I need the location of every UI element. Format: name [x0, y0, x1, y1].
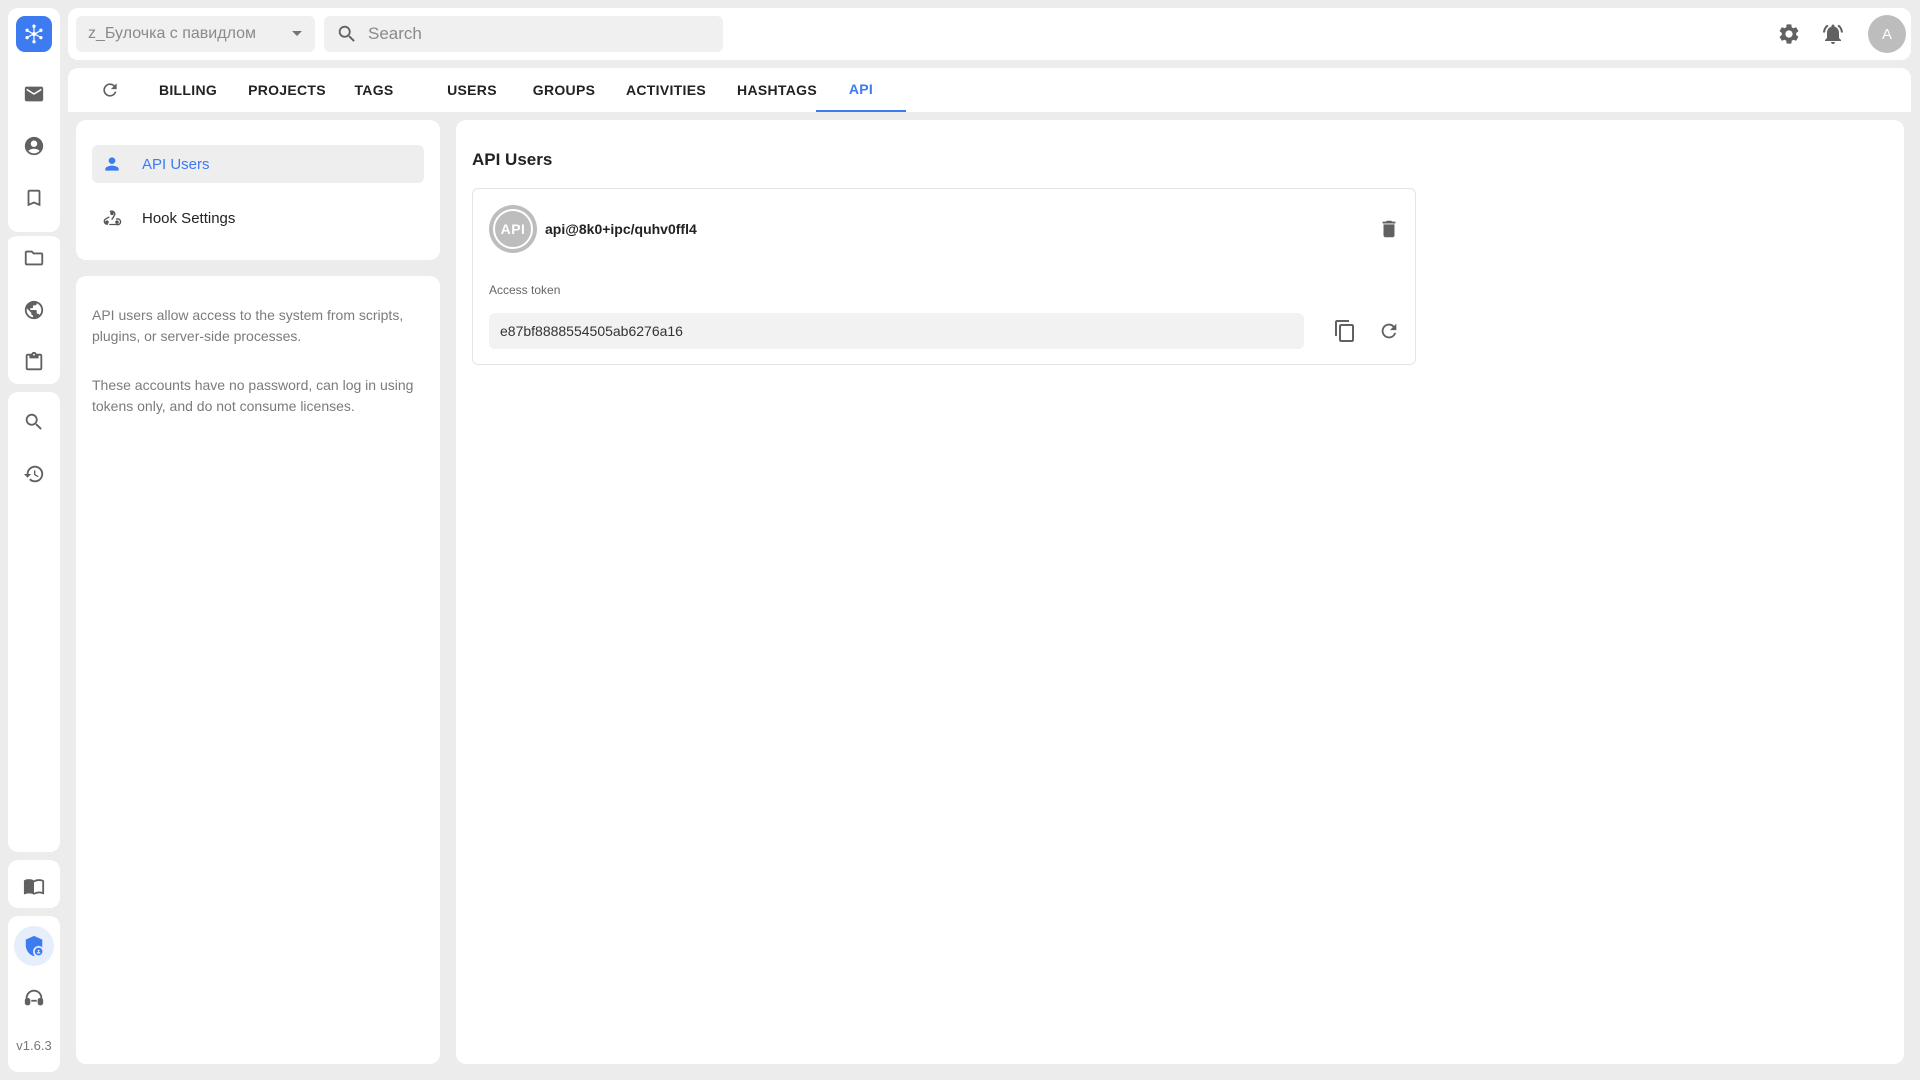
bell-alert-icon	[1823, 24, 1843, 44]
rail-clipboard-button[interactable]	[14, 342, 54, 382]
account-icon	[24, 136, 44, 156]
copy-icon	[1335, 320, 1354, 342]
project-selector-value: z_Булочка с павидлом	[88, 25, 256, 42]
caret-down-icon	[292, 31, 302, 36]
api-user-login: api@8k0+ipc/quhv0ffl4	[545, 221, 697, 237]
rail-folder-button[interactable]	[14, 238, 54, 278]
rail-docs-button[interactable]	[14, 866, 54, 906]
tab-billing[interactable]: BILLING	[141, 68, 235, 112]
bookmark-icon	[27, 189, 41, 207]
tabs-refresh-button[interactable]	[98, 78, 122, 102]
tab-activities[interactable]: ACTIVITIES	[610, 68, 722, 112]
refresh-icon	[1381, 323, 1397, 339]
page-title: API Users	[472, 150, 553, 169]
app-version: v1.6.3	[16, 1038, 52, 1053]
tab-api[interactable]: API	[816, 68, 906, 112]
webhook-icon	[103, 210, 122, 226]
logo-icon[interactable]	[16, 16, 52, 52]
rail-support-button[interactable]	[14, 978, 54, 1018]
user-avatar[interactable]: A	[1868, 15, 1906, 53]
api-user-card: API api@8k0+ipc/quhv0ffl4 Access token	[472, 188, 1416, 365]
globe-icon	[24, 300, 44, 320]
search-icon	[338, 25, 355, 42]
history-icon	[23, 465, 44, 483]
rail-globe-button[interactable]	[14, 290, 54, 330]
tab-hashtags[interactable]: HASHTAGS	[724, 68, 830, 112]
info-paragraph-2: These accounts have no password, can log…	[92, 377, 414, 414]
notifications-button[interactable]	[1817, 18, 1849, 50]
api-users-panel: API Users API api@8k0+ipc/quhv0ffl4 Acce…	[456, 120, 1904, 1064]
mail-icon	[24, 86, 44, 102]
copy-token-button[interactable]	[1329, 315, 1361, 347]
rail-admin-button[interactable]	[14, 926, 54, 966]
tab-groups[interactable]: GROUPS	[521, 68, 607, 112]
folder-icon	[24, 250, 44, 266]
gear-icon	[1779, 24, 1799, 44]
api-side-nav: API Users Hook Settings	[76, 120, 440, 260]
clipboard-icon	[25, 351, 43, 371]
search-icon	[25, 413, 42, 430]
rail-history-button[interactable]	[14, 454, 54, 494]
nav-api-users-label: API Users	[142, 155, 210, 173]
rail-account-button[interactable]	[14, 126, 54, 166]
tab-users[interactable]: USERS	[431, 68, 513, 112]
info-paragraph-1: API users allow access to the system fro…	[92, 307, 404, 344]
search-box[interactable]	[324, 16, 723, 52]
admin-shield-icon	[25, 935, 43, 957]
person-icon	[105, 157, 119, 171]
book-icon	[23, 879, 45, 895]
nav-api-users[interactable]: API Users	[92, 145, 424, 183]
delete-api-user-button[interactable]	[1373, 213, 1405, 245]
api-user-avatar: API	[489, 205, 537, 253]
tab-projects[interactable]: PROJECTS	[235, 68, 339, 112]
access-token-field[interactable]	[489, 313, 1304, 349]
access-token-label: Access token	[489, 283, 561, 297]
project-selector[interactable]: z_Булочка с павидлом	[76, 16, 315, 52]
tab-tags[interactable]: TAGS	[339, 68, 409, 112]
search-input[interactable]	[368, 24, 708, 44]
api-avatar-text: API	[493, 209, 533, 249]
rail-mail-button[interactable]	[14, 74, 54, 114]
nav-hook-settings-label: Hook Settings	[142, 209, 236, 227]
rail-bookmark-button[interactable]	[14, 178, 54, 218]
top-bar: z_Булочка с павидлом A	[68, 8, 1911, 60]
support-icon	[24, 989, 44, 1006]
admin-tabs: BILLING PROJECTS TAGS USERS GROUPS ACTIV…	[68, 68, 1911, 112]
nav-hook-settings[interactable]: Hook Settings	[92, 199, 424, 237]
refresh-icon	[103, 83, 117, 97]
api-info-panel: API users allow access to the system fro…	[76, 276, 440, 1064]
trash-icon	[1382, 220, 1396, 238]
rail-search-button[interactable]	[14, 402, 54, 442]
settings-button[interactable]	[1773, 18, 1805, 50]
regenerate-token-button[interactable]	[1373, 315, 1405, 347]
